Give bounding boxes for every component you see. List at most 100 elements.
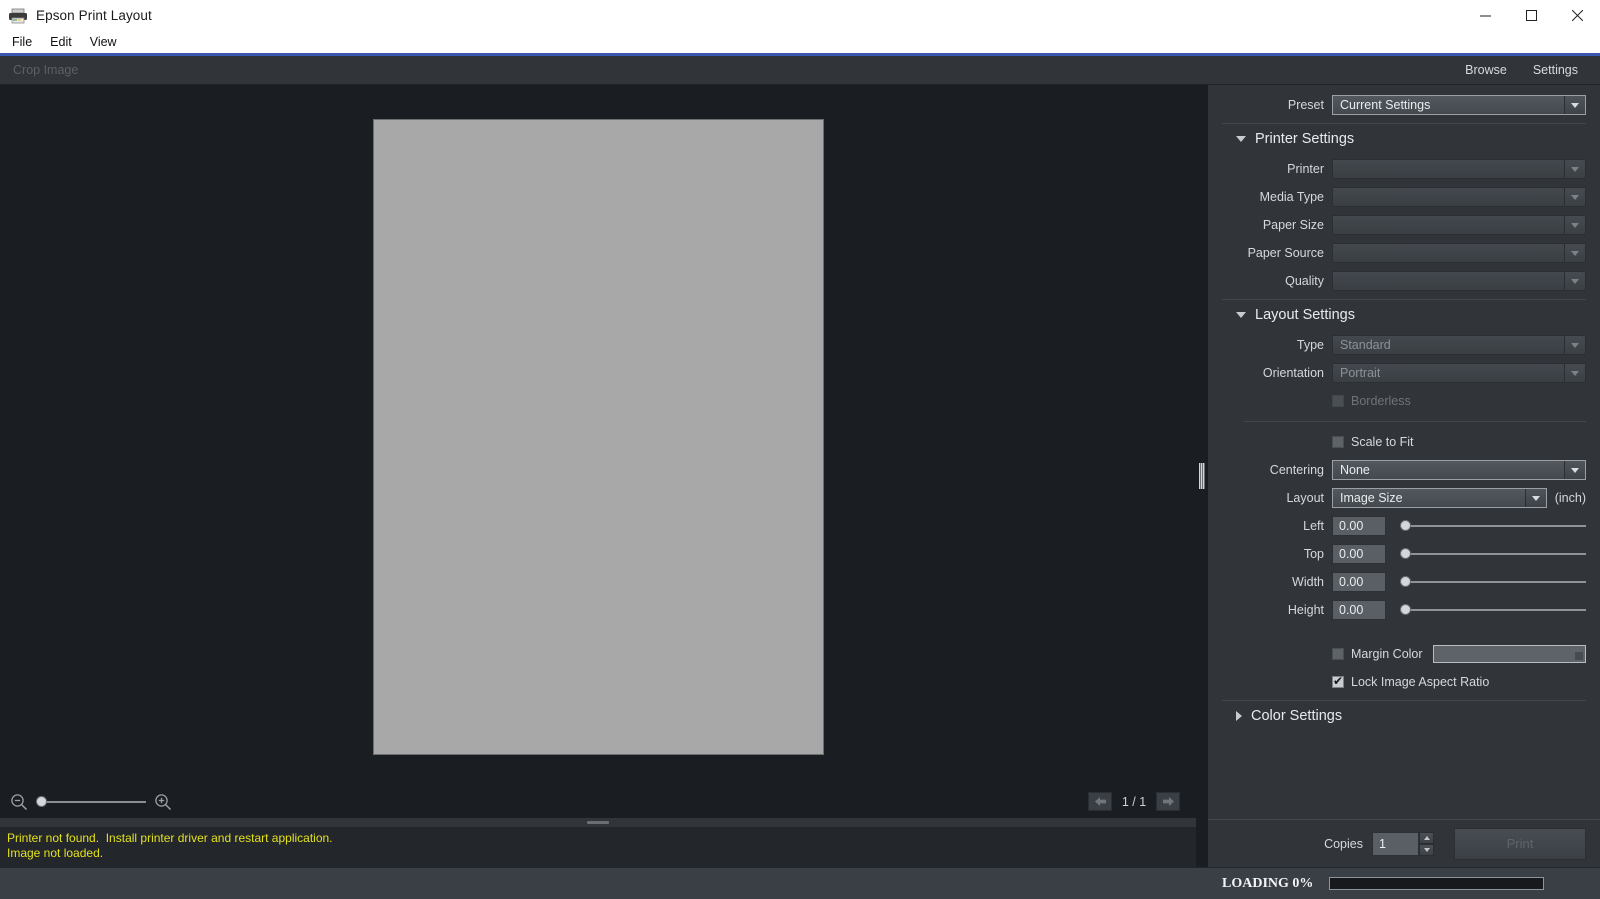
crop-image-button[interactable]: Crop Image <box>7 60 84 80</box>
menu-file[interactable]: File <box>7 33 41 52</box>
chevron-down-icon[interactable] <box>1564 336 1585 354</box>
height-input[interactable]: 0.00 <box>1332 600 1386 620</box>
layout-select[interactable]: Image Size <box>1332 488 1547 508</box>
prev-page-button[interactable] <box>1088 792 1112 811</box>
section-printer-settings[interactable]: Printer Settings <box>1222 123 1586 153</box>
chevron-down-icon[interactable] <box>1564 216 1585 234</box>
chevron-down-icon[interactable] <box>1564 272 1585 290</box>
centering-label: Centering <box>1208 463 1332 477</box>
copies-stepper[interactable]: 1 <box>1372 832 1434 856</box>
chevron-down-icon[interactable] <box>1564 364 1585 382</box>
spacer <box>1208 624 1600 640</box>
menu-edit[interactable]: Edit <box>45 33 81 52</box>
quality-label: Quality <box>1208 274 1332 288</box>
application-window: Epson Print Layout File Edit View Crop I… <box>0 0 1600 899</box>
left-input[interactable]: 0.00 <box>1332 516 1386 536</box>
top-slider-knob[interactable] <box>1400 548 1411 559</box>
zoom-slider-track <box>36 801 146 803</box>
chevron-down-icon[interactable] <box>1525 489 1546 507</box>
margin-color-label: Margin Color <box>1351 647 1423 661</box>
top-row: Top 0.00 <box>1208 540 1600 568</box>
zoom-out-icon[interactable] <box>8 791 30 813</box>
copies-input[interactable]: 1 <box>1372 832 1419 856</box>
print-preview-area[interactable] <box>0 85 1196 785</box>
layout-row: Layout Image Size (inch) <box>1208 484 1600 512</box>
preset-select[interactable]: Current Settings <box>1332 95 1586 115</box>
status-message-area: Printer not found. Install printer drive… <box>0 827 1196 867</box>
print-button[interactable]: Print <box>1454 828 1586 860</box>
paper-source-label: Paper Source <box>1208 246 1332 260</box>
chevron-down-icon[interactable] <box>1564 461 1585 479</box>
zoom-slider-knob[interactable] <box>36 796 47 807</box>
type-select[interactable]: Standard <box>1332 335 1586 355</box>
left-slider-knob[interactable] <box>1400 520 1411 531</box>
left-slider-track <box>1400 525 1586 527</box>
width-input[interactable]: 0.00 <box>1332 572 1386 592</box>
section-color-settings[interactable]: Color Settings <box>1222 700 1586 730</box>
chevron-down-icon[interactable] <box>1564 96 1585 114</box>
scale-to-fit-row: Scale to Fit <box>1208 428 1600 456</box>
width-label: Width <box>1208 575 1332 589</box>
status-line-printer: Printer not found. Install printer drive… <box>7 831 1196 846</box>
section-layout-settings[interactable]: Layout Settings <box>1222 299 1586 329</box>
width-slider[interactable] <box>1400 575 1586 589</box>
width-slider-track <box>1400 581 1586 583</box>
printer-row: Printer <box>1208 155 1600 183</box>
panel-footer: Copies 1 Print <box>1208 819 1600 867</box>
menu-bar: File Edit View <box>0 31 1600 53</box>
top-input[interactable]: 0.00 <box>1332 544 1386 564</box>
margin-color-swatch[interactable] <box>1433 645 1586 663</box>
centering-select[interactable]: None <box>1332 460 1586 480</box>
quality-select[interactable] <box>1332 271 1586 291</box>
vertical-splitter[interactable] <box>1196 85 1208 867</box>
height-slider[interactable] <box>1400 603 1586 617</box>
preset-label: Preset <box>1208 98 1332 112</box>
media-type-select[interactable] <box>1332 187 1586 207</box>
paper-size-select[interactable] <box>1332 215 1586 235</box>
horizontal-splitter[interactable] <box>0 818 1196 827</box>
borderless-checkbox[interactable] <box>1332 395 1344 407</box>
page-sheet[interactable] <box>374 120 823 754</box>
margin-color-checkbox[interactable] <box>1332 648 1344 660</box>
page-navigation: 1 / 1 <box>1088 792 1188 811</box>
top-slider[interactable] <box>1400 547 1586 561</box>
splitter-grip <box>587 821 609 824</box>
zoom-toolbar: 1 / 1 <box>0 785 1196 818</box>
menu-view[interactable]: View <box>85 33 126 52</box>
top-slider-track <box>1400 553 1586 555</box>
chevron-down-icon[interactable] <box>1564 160 1585 178</box>
zoom-slider[interactable] <box>36 795 146 809</box>
window-title: Epson Print Layout <box>36 8 152 23</box>
browse-button[interactable]: Browse <box>1457 60 1515 80</box>
minimize-button[interactable] <box>1462 0 1508 31</box>
paper-source-row: Paper Source <box>1208 239 1600 267</box>
settings-button[interactable]: Settings <box>1525 60 1586 80</box>
printer-icon <box>8 8 28 24</box>
type-label: Type <box>1208 338 1332 352</box>
copies-decrement-button[interactable] <box>1419 844 1434 856</box>
chevron-down-icon[interactable] <box>1564 188 1585 206</box>
loading-status-bar: LOADING 0% <box>0 867 1600 899</box>
borderless-label: Borderless <box>1351 394 1411 408</box>
maximize-button[interactable] <box>1508 0 1554 31</box>
height-slider-knob[interactable] <box>1400 604 1411 615</box>
next-page-button[interactable] <box>1156 792 1180 811</box>
left-label: Left <box>1208 519 1332 533</box>
width-slider-knob[interactable] <box>1400 576 1411 587</box>
preset-row: Preset Current Settings <box>1208 91 1600 119</box>
close-button[interactable] <box>1554 0 1600 31</box>
section-color-settings-title: Color Settings <box>1251 708 1342 724</box>
orientation-select[interactable]: Portrait <box>1332 363 1586 383</box>
toolbar-right-group: Browse Settings <box>1447 60 1600 80</box>
scale-to-fit-checkbox[interactable] <box>1332 436 1344 448</box>
preview-column: 1 / 1 Printer not found. Install printer… <box>0 85 1196 867</box>
copies-increment-button[interactable] <box>1419 832 1434 844</box>
zoom-in-icon[interactable] <box>152 791 174 813</box>
chevron-down-icon[interactable] <box>1564 244 1585 262</box>
paper-source-select[interactable] <box>1332 243 1586 263</box>
paper-size-label: Paper Size <box>1208 218 1332 232</box>
lock-aspect-checkbox[interactable] <box>1332 676 1344 688</box>
left-slider[interactable] <box>1400 519 1586 533</box>
height-slider-track <box>1400 609 1586 611</box>
printer-select[interactable] <box>1332 159 1586 179</box>
